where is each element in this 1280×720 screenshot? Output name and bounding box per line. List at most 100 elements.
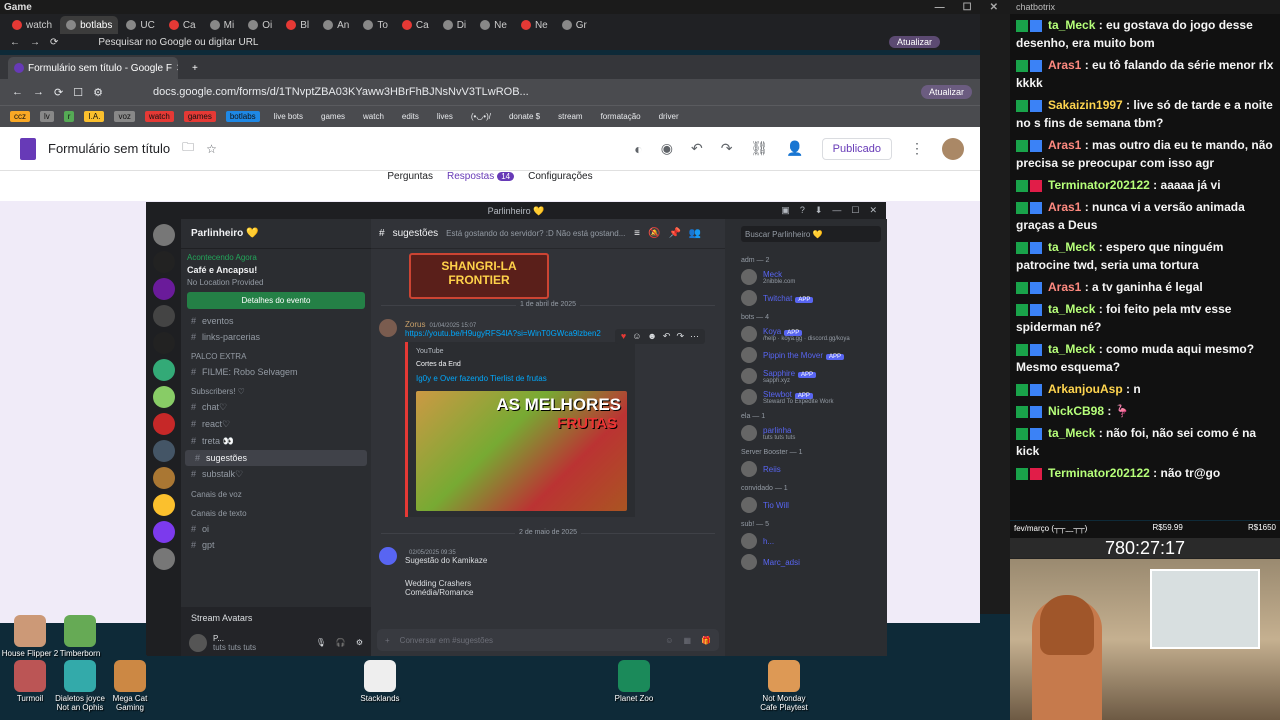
help-icon[interactable]: ? bbox=[800, 205, 805, 216]
channel-item[interactable]: # sugestões bbox=[185, 450, 367, 466]
minimize-icon[interactable]: — bbox=[935, 2, 945, 13]
message-link[interactable]: https://youtu.be/H9ugyRFS4lA?si=WinT0GWc… bbox=[405, 329, 635, 338]
star-icon[interactable]: ☆ bbox=[206, 142, 217, 156]
forms-tab[interactable]: Formulário sem título - Google F ✕ bbox=[8, 57, 178, 79]
folder-icon[interactable]: 🗀 bbox=[182, 138, 194, 159]
reply-icon[interactable]: ↶ bbox=[663, 331, 671, 342]
tab-perguntas[interactable]: Perguntas bbox=[387, 171, 433, 189]
channel-item[interactable]: # react♡ bbox=[181, 416, 371, 433]
member-item[interactable]: Tio Will bbox=[741, 497, 887, 513]
bookmark-item[interactable]: botlabs bbox=[225, 111, 260, 122]
bookmark-item[interactable]: formatação bbox=[597, 111, 645, 122]
tab-configuracoes[interactable]: Configurações bbox=[528, 171, 592, 189]
channel-category[interactable]: Subscribers! ♡ bbox=[181, 384, 371, 399]
bookmark-item[interactable]: donate $ bbox=[505, 111, 544, 122]
server-icon[interactable] bbox=[153, 467, 175, 489]
bookmark-item[interactable]: games bbox=[183, 111, 216, 122]
back-icon[interactable]: ← bbox=[10, 37, 20, 48]
laugh-reaction-icon[interactable]: ☺ bbox=[632, 331, 641, 342]
user-avatar[interactable] bbox=[189, 633, 207, 652]
channel-category[interactable]: Canais de voz bbox=[181, 487, 371, 502]
member-item[interactable]: Stewbot APP Steward To Expedite Work bbox=[741, 389, 887, 405]
channel-item[interactable]: # oi bbox=[181, 521, 371, 537]
server-icon[interactable] bbox=[153, 224, 175, 246]
server-icon[interactable] bbox=[153, 251, 175, 273]
server-header[interactable]: Parlinheiro 💛 bbox=[181, 219, 371, 249]
bookmark-item[interactable]: watch bbox=[144, 111, 174, 122]
add-collaborator-icon[interactable]: 👤 bbox=[786, 140, 803, 157]
link-icon[interactable]: ⛓ bbox=[750, 140, 768, 157]
inbox-icon[interactable]: ▣ bbox=[781, 205, 790, 216]
background-tab[interactable]: An bbox=[317, 16, 355, 34]
google-forms-logo-icon[interactable] bbox=[20, 137, 36, 160]
member-item[interactable]: Koya APP/help · koya.gg · discord.gg/koya bbox=[741, 326, 887, 342]
maximize-icon[interactable]: ☐ bbox=[963, 2, 972, 13]
headphones-icon[interactable]: 🎧 bbox=[336, 638, 346, 647]
add-reaction-icon[interactable]: ☻ bbox=[647, 331, 656, 342]
form-title[interactable]: Formulário sem título bbox=[48, 141, 170, 156]
background-update-button[interactable]: Atualizar bbox=[888, 36, 940, 48]
bookmark-item[interactable]: games bbox=[317, 111, 349, 122]
member-item[interactable]: Twitchat APP bbox=[741, 290, 887, 306]
desktop-shortcut[interactable]: Planet Zoo bbox=[604, 660, 664, 703]
member-item[interactable]: Reiis bbox=[741, 461, 887, 477]
background-url[interactable]: Pesquisar no Google ou digitar URL bbox=[98, 37, 258, 48]
notifications-icon[interactable]: 🔕 bbox=[648, 228, 660, 239]
member-item[interactable]: Sapphire APP sapph.xyz bbox=[741, 368, 887, 384]
bookmark-item[interactable]: (•◡•)/ bbox=[467, 111, 495, 122]
message-composer[interactable]: + Conversar em #sugestões ☺ ▦ 🎁 bbox=[377, 629, 719, 651]
site-info-icon[interactable]: ⚙ bbox=[93, 86, 103, 99]
bookmark-item[interactable]: driver bbox=[655, 111, 683, 122]
channel-item[interactable]: # gpt bbox=[181, 537, 371, 553]
server-icon[interactable] bbox=[153, 305, 175, 327]
tab-respostas[interactable]: Respostas 14 bbox=[447, 171, 515, 189]
add-attachment-icon[interactable]: + bbox=[385, 636, 390, 645]
desktop-shortcut[interactable]: Timberborn bbox=[50, 615, 110, 658]
minimize-icon[interactable]: — bbox=[832, 205, 841, 216]
forward-icon[interactable]: → bbox=[33, 86, 44, 98]
video-thumbnail[interactable]: AS MELHORES FRUTAS bbox=[416, 391, 627, 511]
palette-icon[interactable]: ◐ bbox=[634, 141, 642, 157]
channel-item[interactable]: # links-parcerias bbox=[181, 329, 371, 345]
channel-item[interactable]: # treta 👀 bbox=[181, 433, 371, 450]
background-tab[interactable]: botlabs bbox=[60, 16, 119, 34]
server-icon[interactable] bbox=[153, 494, 175, 516]
message-author[interactable]: Zorus bbox=[405, 320, 425, 329]
address-bar[interactable]: docs.google.com/forms/d/1TNvptZBA03KYaww… bbox=[153, 86, 529, 98]
forward-icon[interactable]: → bbox=[30, 37, 40, 48]
bookmark-item[interactable]: r bbox=[63, 111, 75, 122]
background-tab[interactable]: Ne bbox=[515, 16, 554, 34]
close-icon[interactable]: ✕ bbox=[990, 2, 998, 13]
embed-channel[interactable]: Cortes da End bbox=[416, 361, 627, 368]
reload-icon[interactable]: ⟳ bbox=[50, 37, 58, 48]
bookmark-item[interactable]: edits bbox=[398, 111, 423, 122]
server-icon[interactable] bbox=[153, 278, 175, 300]
member-item[interactable]: Marc_adsi bbox=[741, 554, 887, 570]
author-avatar[interactable] bbox=[379, 319, 397, 337]
server-icon[interactable] bbox=[153, 386, 175, 408]
threads-icon[interactable]: ≡ bbox=[634, 228, 640, 239]
background-tab[interactable]: To bbox=[357, 16, 394, 34]
account-avatar[interactable] bbox=[942, 137, 964, 160]
member-item[interactable]: Meck 2nibble.com bbox=[741, 269, 887, 285]
back-icon[interactable]: ← bbox=[12, 86, 23, 98]
background-tab[interactable]: Bl bbox=[280, 16, 315, 34]
channel-item[interactable]: # substalk♡ bbox=[181, 466, 371, 483]
channel-category[interactable]: Canais de texto bbox=[181, 506, 371, 521]
members-icon[interactable]: 👥 bbox=[689, 228, 701, 239]
channel-item[interactable]: # chat♡ bbox=[181, 399, 371, 416]
desktop-shortcut[interactable]: Not Monday Cafe Playtest bbox=[754, 660, 814, 712]
background-tab[interactable]: Ca bbox=[396, 16, 435, 34]
server-icon[interactable] bbox=[153, 359, 175, 381]
background-tab[interactable]: Gr bbox=[556, 16, 593, 34]
attached-image[interactable]: SHANGRI-LA FRONTIER bbox=[409, 253, 549, 299]
reload-icon[interactable]: ⟳ bbox=[54, 86, 63, 99]
server-icon[interactable] bbox=[153, 413, 175, 435]
mic-icon[interactable]: 🎙 bbox=[316, 638, 326, 647]
bookmark-item[interactable]: live bots bbox=[270, 111, 307, 122]
channel-topic[interactable]: Está gostando do servidor? :D Não está g… bbox=[446, 229, 626, 238]
search-input[interactable]: Buscar Parlinheiro 💛 bbox=[741, 226, 881, 242]
publish-button[interactable]: Publicado bbox=[821, 137, 892, 160]
bookmark-item[interactable]: voz bbox=[114, 111, 135, 122]
new-tab-button[interactable]: + bbox=[186, 57, 204, 79]
